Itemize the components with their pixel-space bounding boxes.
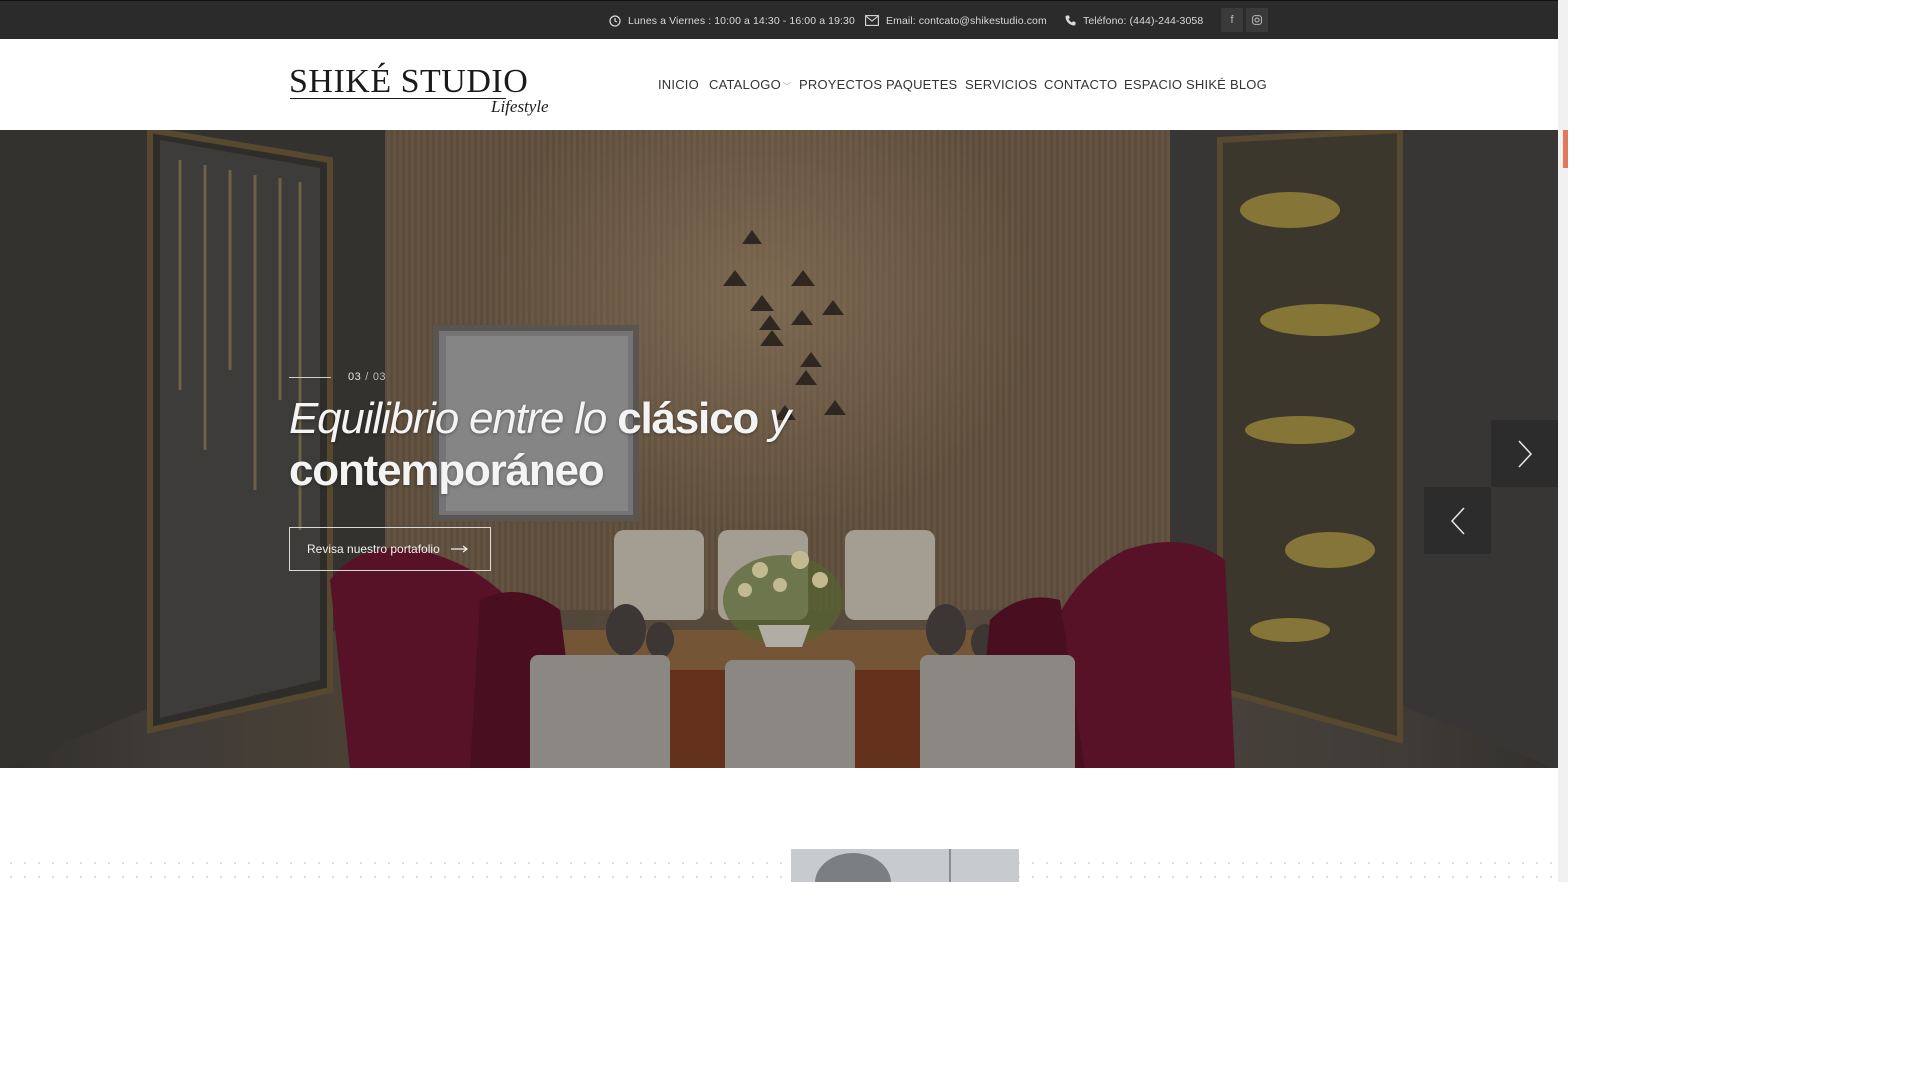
prev-slide-button[interactable]: [1424, 487, 1491, 554]
contact-email-text[interactable]: Email: contcato@shikestudio.com: [886, 15, 1047, 27]
thumbnail-image: [791, 849, 1019, 882]
next-slide-button[interactable]: [1491, 420, 1558, 487]
slide-counter-line: [289, 376, 331, 378]
facebook-icon[interactable]: f: [1221, 8, 1243, 32]
business-hours: Lunes a Viernes : 10:00 a 14:30 - 16:00 …: [609, 1, 855, 40]
contact-email[interactable]: Email: contcato@shikestudio.com: [865, 1, 1047, 40]
dotted-background: [0, 852, 1558, 882]
chevron-right-icon: [1517, 439, 1532, 468]
top-info-bar: Lunes a Viernes : 10:00 a 14:30 - 16:00 …: [0, 0, 1558, 39]
instagram-icon[interactable]: [1246, 8, 1268, 32]
logo-underline: [290, 98, 506, 99]
nav-item-catalogo-label: CATALOGO: [709, 77, 781, 92]
instagram-glyph: [1252, 15, 1262, 25]
logo-sub-text: Lifestyle: [491, 97, 549, 116]
envelope-icon: [865, 15, 879, 26]
nav-item-inicio[interactable]: INICIO: [658, 77, 699, 92]
slide-separator: /: [365, 371, 369, 383]
chevron-left-icon: [1450, 506, 1465, 535]
nav-item-paquetes[interactable]: PAQUETES: [886, 77, 957, 92]
contact-phone[interactable]: Teléfono: (444)-244-3058: [1065, 1, 1203, 40]
nav-item-contacto[interactable]: CONTACTO: [1044, 77, 1117, 92]
headline-part2: y: [758, 394, 791, 443]
headline-part1: Equilibrio entre lo: [289, 394, 618, 443]
site-logo[interactable]: SHIKÉ STUDIO Lifestyle: [289, 61, 559, 121]
hero-slider: 03 / 03 Equilibrio entre lo clásico y co…: [0, 130, 1558, 768]
site-header: SHIKÉ STUDIO Lifestyle INICIO CATALOGO ﹀ …: [0, 39, 1558, 130]
clock-icon: [609, 14, 621, 27]
nav-item-servicios[interactable]: SERVICIOS: [965, 77, 1037, 92]
business-hours-text: Lunes a Viernes : 10:00 a 14:30 - 16:00 …: [628, 14, 855, 27]
contact-phone-text[interactable]: Teléfono: (444)-244-3058: [1083, 15, 1203, 27]
headline-bold2: contemporáneo: [289, 446, 605, 495]
page: Lunes a Viernes : 10:00 a 14:30 - 16:00 …: [0, 0, 1568, 882]
page-scrollbar[interactable]: [1558, 0, 1568, 882]
facebook-glyph: f: [1230, 14, 1234, 26]
project-thumbnail[interactable]: [791, 849, 1019, 882]
phone-icon: [1065, 15, 1076, 26]
slide-total: 03: [372, 371, 387, 383]
nav-item-blog[interactable]: BLOG: [1230, 77, 1267, 92]
portfolio-button[interactable]: Revisa nuestro portafolio: [289, 527, 491, 571]
logo-main-text: SHIKÉ STUDIO: [289, 63, 529, 100]
scrollbar-thumb[interactable]: [1563, 130, 1568, 168]
slide-counter: 03 / 03: [289, 371, 386, 383]
arrow-right-icon: [450, 542, 469, 556]
slide-current: 03: [348, 371, 362, 383]
portfolio-button-label: Revisa nuestro portafolio: [307, 542, 440, 556]
headline-bold1: clásico: [617, 394, 759, 443]
nav-item-espacio-shike[interactable]: ESPACIO SHIKÉ: [1124, 77, 1226, 92]
nav-item-catalogo[interactable]: CATALOGO ﹀: [709, 77, 791, 92]
chevron-down-icon: ﹀: [782, 82, 792, 91]
hero-headline: Equilibrio entre lo clásico y contemporá…: [289, 393, 849, 497]
nav-item-proyectos[interactable]: PROYECTOS: [799, 77, 882, 92]
